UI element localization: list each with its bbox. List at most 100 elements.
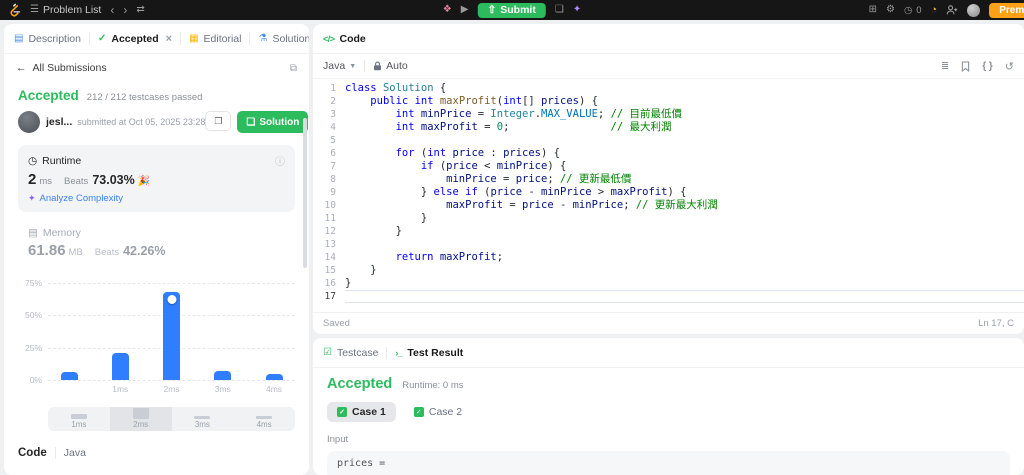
language-select[interactable]: Java ▼ (323, 60, 356, 72)
code-line[interactable]: } (345, 277, 1024, 290)
workspace: ▤ Description ✓ Accepted × ▦ Editorial ⚗… (0, 20, 1024, 475)
code-line[interactable]: ​ (345, 290, 1024, 303)
line-number: 2 (330, 96, 336, 107)
chart-bar-column[interactable] (52, 276, 86, 380)
tab-label: Editorial (203, 32, 242, 45)
braces-icon[interactable]: { } (982, 61, 993, 72)
tab-code[interactable]: </> Code (323, 33, 366, 45)
timer-button[interactable]: ◷ 0 (904, 5, 922, 16)
chart-bar-column[interactable] (155, 276, 189, 380)
submit-button[interactable]: ⇧ Submit (477, 2, 546, 18)
shuffle-icon[interactable]: ⇄ (136, 5, 144, 15)
tab-testcase[interactable]: ☑ Testcase (323, 347, 378, 359)
result-status: Accepted (327, 376, 393, 392)
runtime-card[interactable]: ◷ Runtime ⓘ 2 ms Beats 73.03% 🎉 ✦ Analyz… (18, 145, 295, 212)
all-submissions-back[interactable]: ← All Submissions (16, 62, 107, 74)
runtime-clock-icon: ◷ (28, 154, 38, 167)
runtime-bar[interactable] (60, 372, 78, 380)
input-field[interactable]: prices = (327, 451, 1010, 475)
solution-button[interactable]: ❏ Solution (237, 111, 309, 133)
strip-cell[interactable]: 3ms (172, 407, 234, 431)
debug-icon[interactable]: ❖ (443, 5, 452, 15)
runtime-bar[interactable] (214, 370, 232, 380)
next-problem-button[interactable]: › (123, 4, 127, 16)
code-line[interactable]: } (345, 212, 1024, 225)
tab-accepted[interactable]: ✓ Accepted × (98, 33, 172, 45)
scrollbar-thumb[interactable] (303, 118, 307, 268)
tab-editorial[interactable]: ▦ Editorial (189, 33, 241, 45)
reset-icon[interactable]: ↺ (1005, 60, 1014, 73)
streak-icon[interactable]: ◔ (931, 4, 938, 16)
runtime-bar[interactable] (265, 373, 283, 380)
gridline (48, 380, 295, 381)
submission-detail: Accepted 212 / 212 testcases passed jesl… (4, 82, 309, 475)
line-number: 14 (324, 252, 336, 263)
chart-bars (48, 276, 295, 380)
code-line[interactable]: if (price < minPrice) { (345, 160, 1024, 173)
code-editor[interactable]: 1 2 3 4 5 6 7 8 9 10 11 12 13 14 15 16 17 class Solution… (313, 79, 1024, 312)
strip-cell[interactable]: 1ms (48, 407, 110, 431)
share-icon[interactable]: ⧉ (290, 63, 297, 74)
code-line[interactable]: minPrice = price; // 更新最低價 (345, 173, 1024, 186)
runtime-strip[interactable]: 1ms 2ms 3ms 4ms (48, 407, 295, 431)
avatar[interactable] (967, 3, 981, 17)
x-tick-label: 4ms (265, 384, 283, 394)
case-1-chip[interactable]: ✓ Case 1 (327, 402, 396, 422)
celebrate-emoji: 🎉 (137, 176, 151, 187)
info-icon[interactable]: ⓘ (275, 153, 285, 168)
code-line[interactable]: maxProfit = price - minPrice; // 更新最大利潤 (345, 199, 1024, 212)
analyze-complexity-link[interactable]: ✦ Analyze Complexity (28, 193, 285, 204)
case-label: Case 1 (352, 406, 386, 418)
tab-solutions[interactable]: ⚗ Solutions (258, 33, 309, 45)
case-2-chip[interactable]: ✓ Case 2 (404, 402, 472, 422)
tab-test-result[interactable]: ›_ Test Result (395, 347, 463, 359)
analyze-label: Analyze Complexity (39, 193, 123, 204)
line-number: 10 (324, 200, 336, 211)
left-tabbar: ▤ Description ✓ Accepted × ▦ Editorial ⚗… (4, 24, 309, 54)
memory-card[interactable]: ▤ Memory 61.86 MB Beats 42.26% (18, 227, 295, 259)
code-line[interactable]: } else if (price - minPrice > maxProfit)… (345, 186, 1024, 199)
chart-bar-column[interactable] (206, 276, 240, 380)
code-lines[interactable]: class Solution { public int maxProfit(in… (345, 82, 1024, 312)
code-line[interactable]: ​ (345, 238, 1024, 251)
ai-sparkle-icon[interactable]: ✦ (573, 5, 581, 15)
code-line[interactable]: public int maxProfit(int[] prices) { (345, 95, 1024, 108)
code-line[interactable]: } (345, 225, 1024, 238)
layout-grid-icon[interactable]: ⊞ (869, 5, 877, 15)
runtime-bar[interactable] (111, 352, 129, 380)
strip-cell[interactable]: 2ms (109, 407, 172, 431)
tab-description[interactable]: ▤ Description (14, 33, 81, 45)
code-line[interactable]: } (345, 264, 1024, 277)
close-icon[interactable]: × (166, 33, 172, 45)
runtime-distribution-chart: 75% 50% 25% 0% 1ms 2ms 3ms 4ms (18, 276, 295, 394)
strip-cell[interactable]: 4ms (233, 407, 295, 431)
prev-problem-button[interactable]: ‹ (110, 4, 114, 16)
format-icon[interactable]: ≣ (941, 61, 949, 72)
settings-gear-icon[interactable]: ⚙ (886, 5, 895, 15)
code-line[interactable]: ​ (345, 134, 1024, 147)
line-number: 11 (324, 213, 336, 224)
notes-icon[interactable]: ❏ (555, 5, 564, 15)
add-user-icon[interactable] (946, 4, 958, 16)
chart-bar-column[interactable] (257, 276, 291, 380)
auto-toggle[interactable]: Auto (373, 60, 408, 72)
user-avatar[interactable] (18, 111, 40, 133)
code-line[interactable]: class Solution { (345, 82, 1024, 95)
notebook-button[interactable]: ❒ (205, 111, 232, 131)
run-button[interactable]: ▶ (461, 5, 469, 15)
notebook-icon: ❒ (214, 115, 223, 126)
problem-list-button[interactable]: ☰ Problem List (30, 4, 101, 16)
runtime-value: 2 (28, 171, 37, 188)
chart-bar-column[interactable] (103, 276, 137, 380)
runtime-bar[interactable] (163, 291, 180, 380)
editor-toolbar: Java ▼ Auto ≣ { } ↺ (313, 54, 1024, 79)
leetcode-logo-icon[interactable] (8, 3, 21, 18)
code-line[interactable]: int maxProfit = 0; // 最大利潤 (345, 121, 1024, 134)
premium-button[interactable]: Premium (989, 2, 1024, 18)
y-tick-label: 75% (24, 277, 42, 288)
code-line[interactable]: return maxProfit; (345, 251, 1024, 264)
code-line[interactable]: for (int price : prices) { (345, 147, 1024, 160)
bookmark-icon[interactable] (961, 60, 970, 72)
code-line[interactable]: int minPrice = Integer.MAX_VALUE; // 目前最… (345, 108, 1024, 121)
memory-beats-value: 42.26% (123, 244, 166, 258)
